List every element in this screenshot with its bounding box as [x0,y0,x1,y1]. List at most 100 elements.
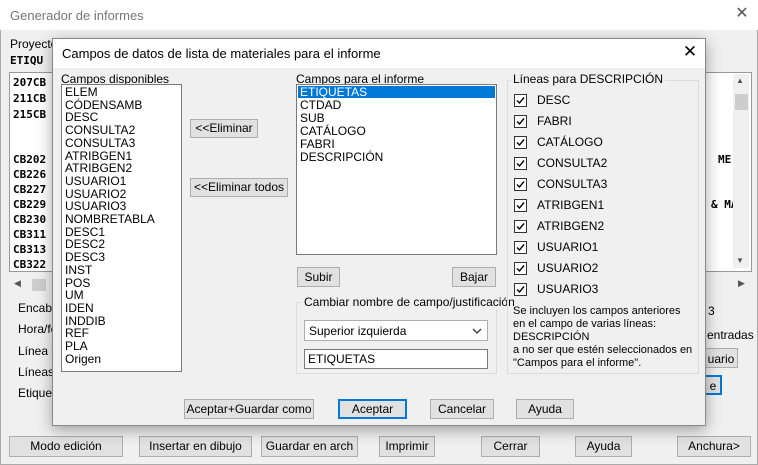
line-checkbox[interactable] [514,241,527,254]
line-checkbox-label[interactable]: USUARIO1 [537,240,598,254]
checkmark-icon [516,97,525,105]
help-button[interactable]: Ayuda [516,399,574,419]
list-item: CB313 [13,243,47,256]
list-item: CB230 [13,213,47,226]
move-down-button[interactable]: Bajar [452,267,496,287]
available-field-item[interactable]: NOMBRETABLA [65,213,155,225]
available-field-item[interactable]: CONSULTA3 [65,137,135,149]
ayuda-button[interactable]: Ayuda [575,436,632,457]
report-field-item[interactable]: FABRI [300,138,335,150]
available-field-item[interactable]: USUARIO3 [65,200,126,212]
line-checkbox[interactable] [514,178,527,191]
report-field-item[interactable]: ETIQUETAS [298,86,495,98]
available-field-item[interactable]: DESC3 [65,251,105,263]
available-field-item[interactable]: REF [65,327,89,339]
available-field-item[interactable]: USUARIO1 [65,175,126,187]
line-checkbox[interactable] [514,199,527,212]
scroll-left-icon[interactable]: ◀ [14,278,21,289]
available-field-item[interactable]: IDEN [65,302,94,314]
move-up-button[interactable]: Subir [297,267,340,287]
guardar-en-archivo-button[interactable]: Guardar en arch [261,436,358,457]
imprimir-button[interactable]: Imprimir [379,436,435,457]
line-checkbox-label[interactable]: USUARIO2 [537,261,598,275]
checkmark-icon [516,202,525,210]
scroll-thumb[interactable] [735,94,748,110]
fragment-button[interactable]: e [704,375,722,395]
line-checkbox[interactable] [514,157,527,170]
lines-note-2: en el campo de varias líneas: [513,318,657,330]
justification-value: Superior izquierda [309,324,407,338]
scroll-up-icon[interactable]: ▲ [736,76,744,85]
scroll-down-icon[interactable]: ▼ [736,256,744,265]
line-checkbox[interactable] [514,283,527,296]
line-checkbox[interactable] [514,115,527,128]
report-generator-close-icon[interactable]: ✕ [733,4,751,24]
chevron-down-icon[interactable] [472,324,482,338]
remove-all-button[interactable]: <<Eliminar todos [190,178,288,197]
dialog-close-icon[interactable]: ✕ [680,42,700,62]
usuario-button[interactable]: uario [704,348,738,368]
report-fields-list[interactable]: ETIQUETAS CTDAD SUB CATÁLOGO FABRI DESCRIPCIÓ… [296,84,497,255]
available-field-item[interactable]: INDDIB [65,315,106,327]
checkmark-icon [516,118,525,126]
report-field-item[interactable]: DESCRIPCIÓN [300,151,383,163]
scroll-thumb[interactable] [32,279,46,291]
count-fragment: 3 [708,304,715,318]
line-checkbox[interactable] [514,94,527,107]
proyecto-label: Proyecto [10,37,58,51]
available-field-item[interactable]: DESC [65,111,98,123]
available-field-item[interactable]: PLA [65,340,88,352]
accept-save-as-button[interactable]: Aceptar+Guardar como [184,399,314,419]
list-item: CB202 [13,153,47,166]
list-item: CB229 [13,198,47,211]
etiquetas-header: ETIQU [10,54,44,67]
line-checkbox-label[interactable]: ATRIBGEN2 [537,219,604,233]
report-field-item[interactable]: SUB [300,112,325,124]
available-field-item[interactable]: CÓDENSAMB [65,99,142,111]
available-field-item[interactable]: POS [65,277,90,289]
list-item: CB226 [13,168,47,181]
line-checkbox-label[interactable]: CATÁLOGO [537,135,603,149]
scroll-right-icon[interactable]: ▶ [738,278,745,289]
available-field-item[interactable]: INST [65,264,92,276]
checkmark-icon [516,223,525,231]
checkmark-icon [516,181,525,189]
available-field-item[interactable]: DESC2 [65,238,105,250]
report-field-item[interactable]: CATÁLOGO [300,125,366,137]
line-checkbox-label[interactable]: CONSULTA2 [537,156,607,170]
line-checkbox-label[interactable]: ATRIBGEN1 [537,198,604,212]
available-fields-list[interactable]: ELEM CÓDENSAMB DESC CONSULTA2 CONSULTA3 ATRIB… [61,84,182,372]
available-field-item[interactable]: CONSULTA2 [65,124,135,136]
entradas-label: entradas [707,328,754,342]
lines-group-title: Líneas para DESCRIPCIÓN [511,72,666,86]
list-item: 207CB [13,76,47,89]
available-field-item[interactable]: ATRIBGEN1 [65,150,132,162]
cancel-button[interactable]: Cancelar [430,399,494,419]
available-field-item[interactable]: ATRIBGEN2 [65,162,132,174]
cerrar-button[interactable]: Cerrar [481,436,540,457]
insertar-en-dibujo-button[interactable]: Insertar en dibujo [139,436,252,457]
available-field-item[interactable]: UM [65,289,84,301]
available-field-item[interactable]: USUARIO2 [65,188,126,200]
checkmark-icon [516,265,525,273]
line-checkbox-label[interactable]: FABRI [537,114,572,128]
list-item: 211CB [13,92,47,105]
line-checkbox-label[interactable]: USUARIO3 [537,282,598,296]
lines-note-4: a no ser que estén seleccionados en [513,344,693,356]
line-checkbox[interactable] [514,262,527,275]
anchura-button[interactable]: Anchura> [677,436,751,457]
modo-edicion-button[interactable]: Modo edición [9,436,123,457]
list-item: CB311 [13,228,47,241]
available-field-item[interactable]: ELEM [65,86,98,98]
line-checkbox[interactable] [514,136,527,149]
line-checkbox[interactable] [514,220,527,233]
report-field-item[interactable]: CTDAD [300,99,341,111]
remove-button[interactable]: <<Eliminar [190,119,258,138]
line-checkbox-label[interactable]: DESC [537,93,570,107]
list-item: 215CB [13,108,47,121]
available-field-item[interactable]: DESC1 [65,226,105,238]
line-checkbox-label[interactable]: CONSULTA3 [537,177,607,191]
accept-button[interactable]: Aceptar [338,399,407,419]
available-field-item[interactable]: Origen [65,353,101,365]
preview-fragment: ME [718,153,732,166]
